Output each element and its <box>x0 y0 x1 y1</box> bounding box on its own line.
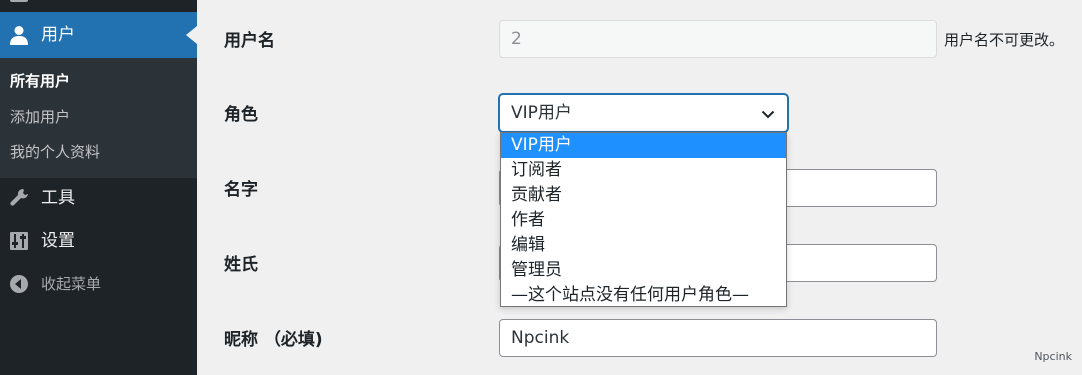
submenu-item-add-user[interactable]: 添加用户 <box>10 107 70 127</box>
nickname-label: 昵称 （必填) <box>224 330 323 350</box>
sidebar-item-users[interactable]: 用户 <box>0 12 197 58</box>
watermark-text: Npcink <box>1034 350 1072 363</box>
role-option-vip[interactable]: VIP用户 <box>501 133 786 158</box>
sidebar-item-cut-off[interactable] <box>0 0 197 4</box>
username-field: 2 <box>499 20 937 58</box>
sidebar-item-settings-label: 设置 <box>41 231 75 251</box>
wrench-icon <box>10 188 28 206</box>
first-name-label: 名字 <box>224 180 258 200</box>
settings-sliders-icon <box>10 232 28 250</box>
user-icon <box>10 26 28 45</box>
cut-off-menu-icon <box>10 0 28 2</box>
admin-sidebar: 用户 所有用户 添加用户 我的个人资料 工具 设置 收起菜单 <box>0 0 197 375</box>
nickname-field[interactable]: Npcink <box>499 319 937 357</box>
submenu-item-all-users[interactable]: 所有用户 <box>10 71 70 91</box>
role-select[interactable]: VIP用户 <box>499 94 788 132</box>
role-option-none[interactable]: —这个站点没有任何用户角色— <box>501 283 786 306</box>
collapse-menu-label: 收起菜单 <box>41 275 102 293</box>
username-label: 用户名 <box>224 31 275 51</box>
role-options-list: VIP用户 订阅者 贡献者 作者 编辑 管理员 —这个站点没有任何用户角色— <box>500 132 787 307</box>
collapse-arrow-icon <box>10 275 28 293</box>
current-menu-arrow <box>186 26 197 44</box>
role-select-value: VIP用户 <box>511 103 572 123</box>
role-option-subscriber[interactable]: 订阅者 <box>501 158 786 183</box>
sidebar-item-tools[interactable]: 工具 <box>0 178 197 218</box>
role-option-administrator[interactable]: 管理员 <box>501 258 786 283</box>
role-option-author[interactable]: 作者 <box>501 208 786 233</box>
role-label: 角色 <box>224 105 258 125</box>
sidebar-item-settings[interactable]: 设置 <box>0 221 197 261</box>
sidebar-item-tools-label: 工具 <box>41 188 75 208</box>
role-option-editor[interactable]: 编辑 <box>501 233 786 258</box>
last-name-label: 姓氏 <box>224 255 258 275</box>
sidebar-item-users-label: 用户 <box>41 25 75 45</box>
role-option-contributor[interactable]: 贡献者 <box>501 183 786 208</box>
chevron-down-icon <box>761 110 775 119</box>
username-note: 用户名不可更改。 <box>944 31 1065 49</box>
sidebar-collapse-menu[interactable]: 收起菜单 <box>0 264 197 304</box>
submenu-item-profile[interactable]: 我的个人资料 <box>10 142 100 162</box>
users-submenu: 所有用户 添加用户 我的个人资料 <box>0 58 197 178</box>
